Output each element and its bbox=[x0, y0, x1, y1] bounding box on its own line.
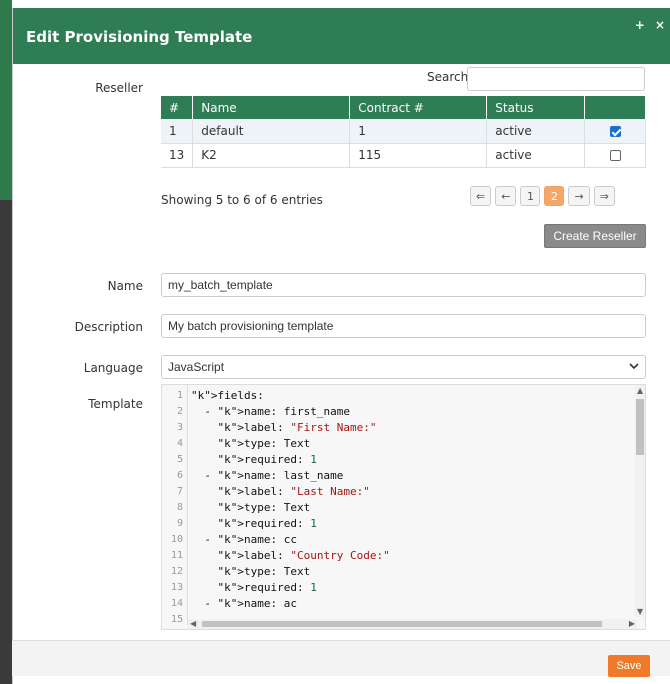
line-number: 14 bbox=[170, 598, 183, 609]
code-line: - "k">name: cc bbox=[191, 533, 297, 546]
line-number: 5 bbox=[176, 454, 183, 465]
scroll-down-icon[interactable]: ▼ bbox=[637, 607, 643, 616]
background-accent bbox=[0, 0, 12, 200]
code-line: "k">required: 1 bbox=[217, 453, 317, 466]
page-2-button[interactable]: 2 bbox=[544, 186, 565, 206]
line-number: 15 bbox=[170, 614, 183, 625]
editor-vertical-scrollbar[interactable]: ▲ ▼ bbox=[635, 385, 645, 617]
code-line: "k">type: Text bbox=[217, 565, 311, 578]
cell-contract: 1 bbox=[349, 119, 488, 144]
template-label: Template bbox=[88, 397, 143, 411]
cell-status: active bbox=[486, 119, 586, 144]
scroll-left-icon[interactable]: ◀ bbox=[190, 619, 196, 628]
table-header-row: # Name Contract # Status bbox=[161, 96, 646, 119]
line-number: 6 bbox=[176, 470, 183, 481]
description-label: Description bbox=[74, 320, 143, 334]
dialog-title: Edit Provisioning Template bbox=[26, 28, 253, 46]
name-field[interactable]: my_batch_template bbox=[161, 273, 646, 297]
line-number: 1 bbox=[176, 390, 183, 401]
code-line: "k">required: 1 bbox=[217, 517, 317, 530]
background-strip bbox=[0, 0, 12, 684]
line-number: 7 bbox=[176, 486, 183, 497]
last-page-button[interactable]: ⇒ bbox=[593, 186, 615, 206]
horizontal-scroll-thumb[interactable] bbox=[202, 621, 602, 627]
first-page-button[interactable]: ⇐ bbox=[470, 186, 492, 206]
dialog-controls: + × bbox=[629, 18, 665, 32]
reseller-label: Reseller bbox=[95, 81, 143, 95]
scroll-right-icon[interactable]: ▶ bbox=[629, 619, 635, 628]
next-page-button[interactable]: → bbox=[568, 186, 590, 206]
column-header-id[interactable]: # bbox=[161, 96, 194, 119]
cell-status: active bbox=[486, 143, 586, 168]
vertical-scroll-thumb[interactable] bbox=[636, 399, 644, 455]
entries-info: Showing 5 to 6 of 6 entries bbox=[161, 193, 323, 207]
cell-id: 13 bbox=[161, 143, 194, 168]
column-header-name[interactable]: Name bbox=[192, 96, 351, 119]
code-line: "k">fields: bbox=[191, 389, 264, 402]
template-editor[interactable]: 1 2 3 4 5 6 7 8 9 10 11 12 13 14 15 "k">… bbox=[161, 384, 646, 630]
line-number: 9 bbox=[176, 518, 183, 529]
line-number: 12 bbox=[170, 566, 183, 577]
language-value: JavaScript bbox=[168, 360, 225, 374]
dialog-header: Edit Provisioning Template + × bbox=[13, 8, 670, 64]
maximize-icon[interactable]: + bbox=[635, 18, 645, 32]
description-field[interactable]: My batch provisioning template bbox=[161, 314, 646, 338]
code-line: "k">label: "Country Code:" bbox=[217, 549, 390, 562]
name-label: Name bbox=[107, 279, 143, 293]
row-checkbox[interactable] bbox=[609, 125, 621, 137]
code-line: "k">label: "Last Name:" bbox=[217, 485, 370, 498]
cell-name: K2 bbox=[192, 143, 351, 168]
pagination: ⇐ ← 1 2 → ⇒ bbox=[470, 186, 615, 208]
save-button[interactable]: Save bbox=[608, 655, 650, 677]
close-icon[interactable]: × bbox=[655, 18, 665, 32]
code-line: - "k">name: ac bbox=[191, 597, 297, 610]
line-number: 4 bbox=[176, 438, 183, 449]
scroll-up-icon[interactable]: ▲ bbox=[637, 386, 643, 395]
table-row[interactable]: 13 K2 115 active bbox=[161, 143, 646, 168]
cell-select bbox=[584, 143, 646, 168]
language-select[interactable]: JavaScript bbox=[161, 355, 646, 379]
code-line: "k">type: Text bbox=[217, 501, 311, 514]
editor-horizontal-scrollbar[interactable]: ◀ ▶ bbox=[188, 619, 637, 629]
cell-contract: 115 bbox=[349, 143, 488, 168]
code-line: "k">label: "First Name:" bbox=[217, 421, 377, 434]
search-input[interactable] bbox=[467, 67, 645, 91]
column-header-status[interactable]: Status bbox=[486, 96, 586, 119]
cell-name: default bbox=[192, 119, 351, 144]
code-line: - "k">name: first_name bbox=[191, 405, 350, 418]
code-line: "k">type: Text bbox=[217, 437, 311, 450]
line-number: 13 bbox=[170, 582, 183, 593]
line-number: 2 bbox=[176, 406, 183, 417]
line-number: 8 bbox=[176, 502, 183, 513]
code-line: "k">required: 1 bbox=[217, 581, 317, 594]
dialog-footer bbox=[12, 640, 670, 676]
cell-id: 1 bbox=[161, 119, 194, 144]
column-header-contract[interactable]: Contract # bbox=[349, 96, 488, 119]
reseller-table: # Name Contract # Status 1 default 1 act… bbox=[161, 96, 646, 168]
line-number: 11 bbox=[170, 550, 183, 561]
line-number-gutter: 1 2 3 4 5 6 7 8 9 10 11 12 13 14 15 bbox=[162, 385, 188, 625]
language-label: Language bbox=[83, 361, 143, 375]
row-checkbox[interactable] bbox=[609, 150, 621, 161]
table-row[interactable]: 1 default 1 active bbox=[161, 119, 646, 144]
column-header-select bbox=[584, 96, 646, 119]
create-reseller-button[interactable]: Create Reseller bbox=[544, 224, 646, 248]
line-number: 3 bbox=[176, 422, 183, 433]
cell-select bbox=[584, 119, 646, 144]
chevron-down-icon bbox=[629, 363, 639, 370]
page-1-button[interactable]: 1 bbox=[520, 186, 541, 206]
line-number: 10 bbox=[170, 534, 183, 545]
code-line: - "k">name: last_name bbox=[191, 469, 344, 482]
search-label: Search: bbox=[427, 70, 473, 84]
prev-page-button[interactable]: ← bbox=[495, 186, 517, 206]
